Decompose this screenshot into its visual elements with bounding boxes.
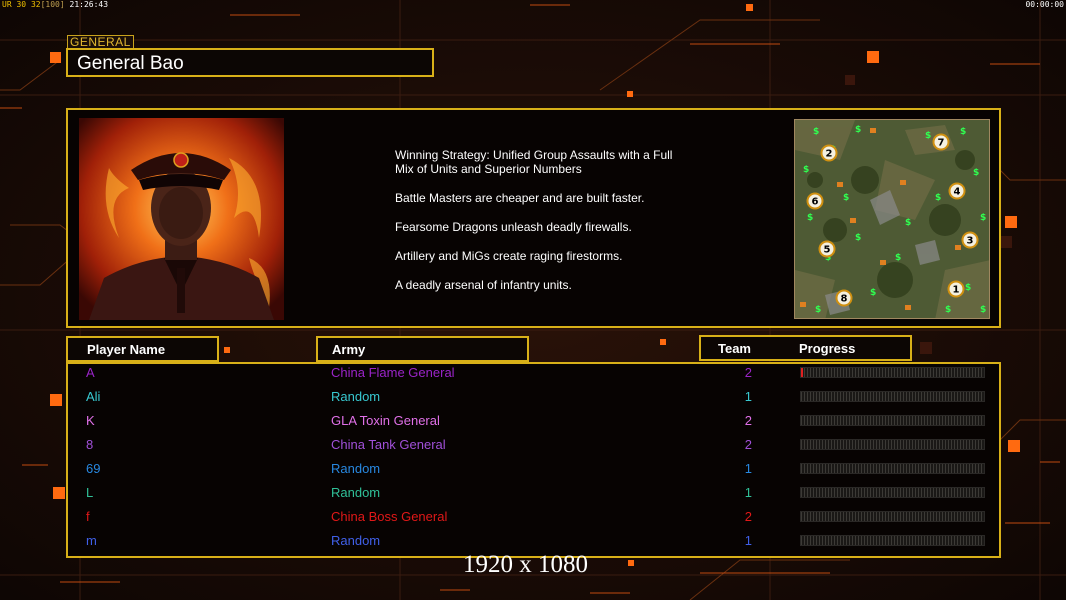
progress-header-label: Progress (799, 341, 856, 356)
army-header-label: Army (332, 342, 366, 357)
player-progress-bar (800, 511, 985, 522)
start-position-label: 7 (938, 138, 945, 149)
player-team: 2 (744, 365, 752, 380)
hud-stat-b: 32 (30, 0, 41, 9)
player-team: 1 (744, 485, 752, 500)
start-position-marker: 6 (806, 192, 824, 210)
player-name: L (86, 485, 94, 500)
player-name: K (86, 413, 95, 428)
start-position-marker: 1 (947, 280, 965, 298)
strategy-description: Winning Strategy: Unified Group Assaults… (395, 148, 715, 307)
player-army: Random (331, 389, 381, 404)
hud-stats: UR 30 32[100] 21:26:43 (2, 0, 108, 9)
general-name: General Bao (77, 53, 184, 74)
hud-clock: 21:26:43 (69, 0, 109, 9)
player-team: 1 (744, 461, 752, 476)
player-name: A (86, 365, 95, 380)
hud-timer: 00:00:00 (1025, 0, 1064, 9)
player-row: f China Boss General 2 (0, 507, 1066, 527)
player-row: Ali Random 1 (0, 387, 1066, 407)
player-row: 69 Random 1 (0, 459, 1066, 479)
player-progress-bar (800, 439, 985, 450)
start-position-label: 4 (954, 187, 961, 198)
player-row: A China Flame General 2 (0, 363, 1066, 383)
player-name: m (86, 533, 97, 548)
start-position-markers: 2 7 4 6 3 5 1 8 (806, 133, 979, 307)
player-army: China Tank General (331, 437, 446, 452)
start-position-label: 2 (826, 149, 833, 160)
player-row: L Random 1 (0, 483, 1066, 503)
player-name: 69 (86, 461, 101, 476)
player-progress-bar (800, 463, 985, 474)
start-position-label: 8 (841, 294, 848, 305)
strategy-line: Battle Masters are cheaper and are built… (395, 191, 645, 205)
strategy-line: A deadly arsenal of infantry units. (395, 278, 572, 292)
player-name: f (86, 509, 90, 524)
player-team: 2 (744, 437, 752, 452)
player-row: K GLA Toxin General 2 (0, 411, 1066, 431)
general-name-box: General Bao (66, 48, 434, 77)
player-army: China Flame General (331, 365, 455, 380)
start-position-label: 3 (967, 236, 974, 247)
start-position-marker: 2 (820, 144, 838, 162)
player-team: 2 (744, 413, 752, 428)
player-army: Random (331, 533, 381, 548)
team-header-label: Team (718, 341, 751, 356)
resolution-label: 1920 x 1080 (463, 551, 588, 578)
team-progress-header: Team Progress (699, 335, 912, 361)
hud-stat-prefix: UR (2, 0, 12, 9)
player-progress-bar (800, 367, 985, 378)
player-progress-bar (800, 535, 985, 546)
general-portrait (79, 118, 284, 320)
player-army: Random (331, 485, 381, 500)
general-tag: GENERAL (67, 35, 134, 49)
start-position-label: 5 (824, 245, 831, 256)
hud-stat-a: 30 (16, 0, 27, 9)
strategy-line: Fearsome Dragons unleash deadly firewall… (395, 220, 632, 234)
player-row: 8 China Tank General 2 (0, 435, 1066, 455)
start-position-marker: 7 (932, 133, 950, 151)
player-progress-bar (800, 415, 985, 426)
player-name: 8 (86, 437, 94, 452)
player-team: 1 (744, 389, 752, 404)
player-name-header-label: Player Name (87, 342, 166, 357)
map-preview: $$$ $$$ $$$ $$$ $$$ $$$ $$ 27463518 (794, 119, 990, 319)
start-position-label: 1 (953, 285, 960, 296)
start-position-marker: 5 (818, 240, 836, 258)
player-team: 2 (744, 509, 752, 524)
player-progress-bar (800, 391, 985, 402)
start-position-label: 6 (812, 197, 819, 208)
player-row: m Random 1 (0, 531, 1066, 551)
player-army: GLA Toxin General (331, 413, 440, 428)
player-army: China Boss General (331, 509, 448, 524)
player-name: Ali (86, 389, 101, 404)
player-team: 1 (744, 533, 752, 548)
start-position-marker: 8 (835, 289, 853, 307)
player-progress-bar (800, 487, 985, 498)
player-army: Random (331, 461, 381, 476)
start-position-marker: 4 (948, 182, 966, 200)
player-progress-fill (801, 368, 803, 377)
hud-stat-c: [100] (40, 0, 65, 9)
strategy-line: Winning Strategy: Unified Group Assaults… (395, 148, 673, 176)
player-name-header: Player Name (66, 336, 219, 362)
start-position-marker: 3 (961, 231, 979, 249)
army-header: Army (316, 336, 529, 362)
strategy-line: Artillery and MiGs create raging firesto… (395, 249, 623, 263)
